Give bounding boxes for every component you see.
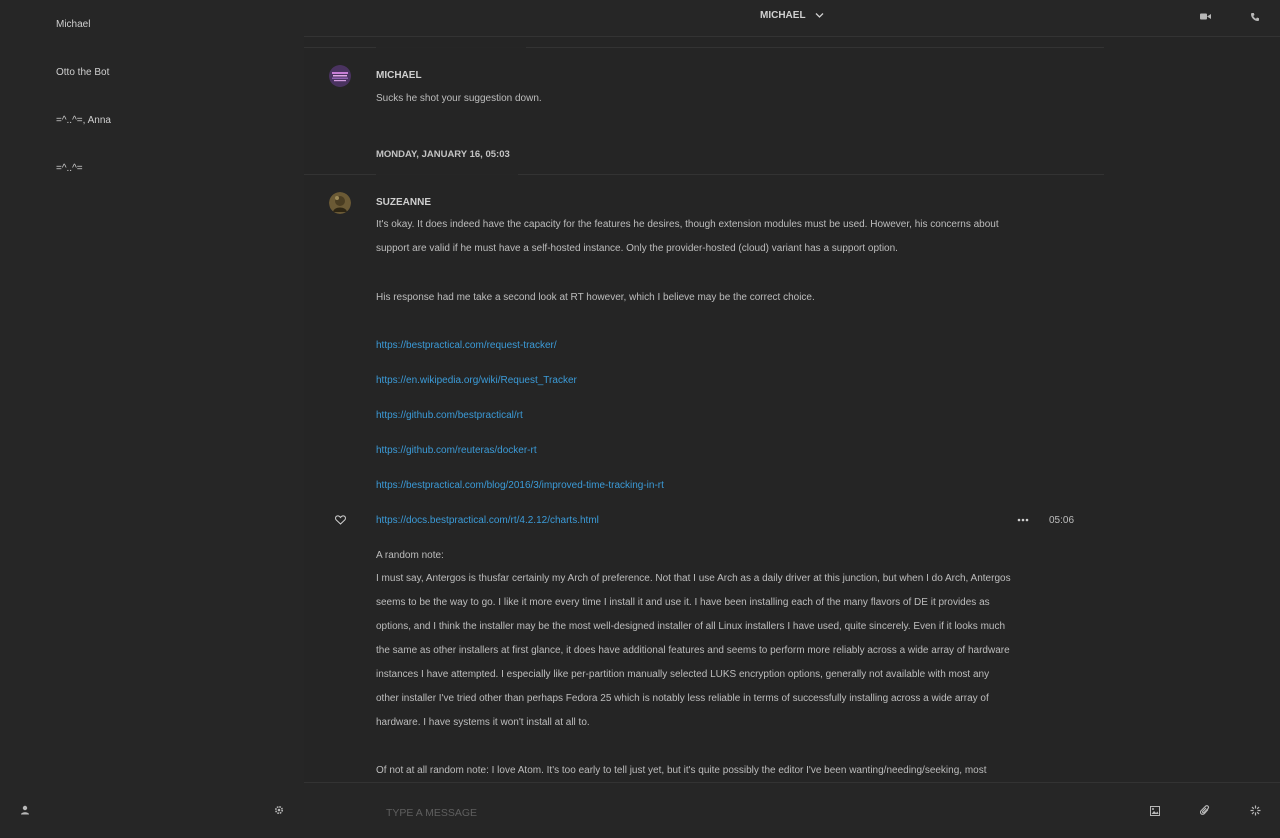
room-item-otto-the-bot[interactable]: Otto the Bot (56, 67, 109, 78)
message-link[interactable]: https://en.wikipedia.org/wiki/Request_Tr… (376, 375, 577, 386)
more-options-icon[interactable] (1017, 518, 1029, 522)
message-timeline: MICHAEL Sucks he shot your suggestion do… (304, 37, 1280, 782)
message-body: His response had me take a second look a… (376, 292, 815, 303)
message-link[interactable]: https://github.com/bestpractical/rt (376, 410, 523, 421)
video-icon[interactable] (1200, 12, 1211, 21)
gear-icon[interactable] (274, 805, 284, 815)
separator-gap (376, 174, 518, 175)
message-body: I must say, Antergos is thusfar certainl… (376, 573, 1011, 728)
message-composer (304, 782, 1280, 838)
room-item-anna[interactable]: =^..^=, Anna (56, 115, 111, 126)
message-link[interactable]: https://bestpractical.com/request-tracke… (376, 340, 557, 351)
message-link[interactable]: https://bestpractical.com/blog/2016/3/im… (376, 480, 664, 491)
message-timestamp: 05:06 (1049, 515, 1075, 526)
date-separator: MONDAY, JANUARY 16, 05:03 (376, 149, 510, 160)
chevron-down-icon[interactable] (815, 12, 824, 19)
message-sender[interactable]: MICHAEL (376, 70, 422, 81)
sidebar-footer (0, 782, 304, 837)
message-link[interactable]: https://docs.bestpractical.com/rt/4.2.12… (376, 515, 599, 526)
message-input[interactable] (384, 803, 1108, 823)
message-body: Sucks he shot your suggestion down. (376, 93, 542, 104)
room-list-sidebar: Michael Otto the Bot =^..^=, Anna =^..^= (0, 0, 304, 837)
room-header: MICHAEL (304, 0, 1280, 37)
phone-icon[interactable] (1250, 12, 1260, 22)
message-body: A random note: (376, 550, 444, 561)
room-title[interactable]: MICHAEL (760, 10, 806, 21)
separator-gap (376, 47, 526, 48)
paperclip-icon[interactable] (1200, 805, 1210, 816)
image-icon[interactable] (1150, 806, 1160, 816)
message-body: It's okay. It does indeed have the capac… (376, 219, 999, 254)
message-sender[interactable]: SUZEANNE (376, 197, 431, 208)
avatar[interactable] (329, 192, 351, 214)
user-icon[interactable] (20, 805, 30, 815)
message-link[interactable]: https://github.com/reuteras/docker-rt (376, 445, 537, 456)
room-item-michael[interactable]: Michael (56, 19, 90, 30)
room-item-cat[interactable]: =^..^= (56, 163, 83, 174)
emoji-icon[interactable] (1250, 805, 1261, 816)
heart-icon[interactable] (335, 515, 346, 525)
avatar[interactable] (329, 65, 351, 87)
message-body: Of not at all random note: I love Atom. … (376, 765, 987, 776)
